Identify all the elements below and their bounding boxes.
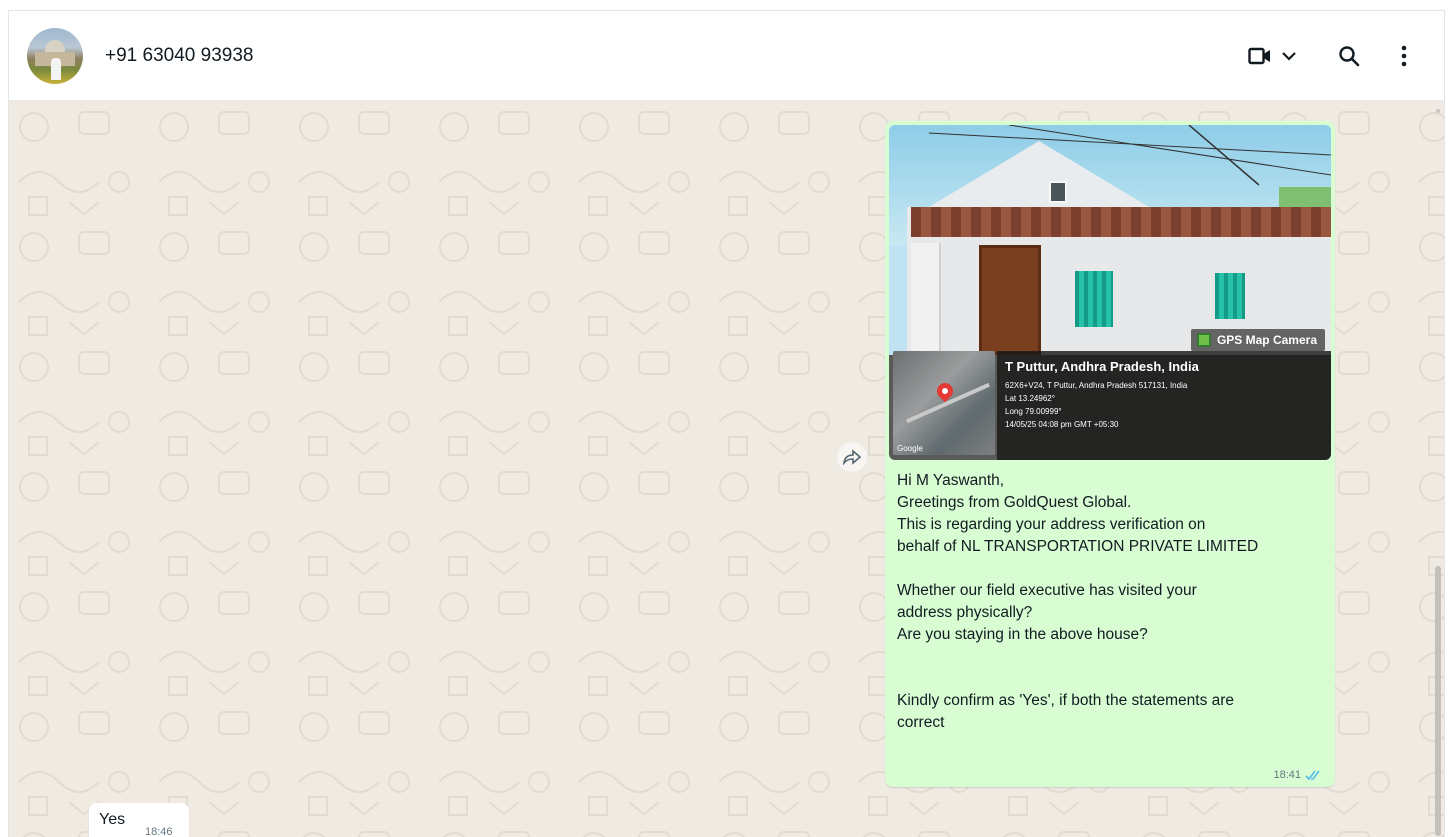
incoming-message-bubble[interactable]: Yes 18:46 [89,803,189,837]
search-button[interactable] [1338,45,1360,67]
message-meta: 18:41 [1273,769,1323,781]
gps-lat: Lat 13.24962° [1005,394,1055,403]
gps-datetime: 14/05/25 04:08 pm GMT +05:30 [1005,420,1119,429]
forward-icon [842,449,862,465]
gps-location-title: T Puttur, Andhra Pradesh, India [1005,359,1199,374]
video-call-button[interactable] [1248,46,1298,66]
gps-camera-icon [1196,333,1211,347]
chat-window: +91 63040 93938 GPS Map Camera Google T … [8,10,1445,837]
kebab-menu-icon [1401,45,1407,66]
gps-address: 62X6+V24, T Puttur, Andhra Pradesh 51713… [1005,381,1188,390]
contact-name[interactable]: +91 63040 93938 [105,45,253,67]
forward-button[interactable] [837,442,867,472]
video-camera-icon [1248,47,1270,64]
chat-scrollbar[interactable] [1435,566,1441,836]
chevron-down-icon [1282,51,1296,61]
menu-button[interactable] [1400,44,1408,68]
gps-long: Long 79.00999° [1005,407,1062,416]
gps-camera-badge: GPS Map Camera [1190,329,1325,351]
incoming-message-text: Yes [99,811,126,828]
incoming-message-time: 18:46 [145,826,173,837]
chat-header: +91 63040 93938 [9,11,1444,101]
header-actions [1248,44,1408,68]
search-icon [1339,45,1360,66]
scrollbar-top-marker [1436,109,1440,113]
message-photo[interactable]: GPS Map Camera Google T Puttur, Andhra P… [889,125,1331,460]
message-time: 18:41 [1273,769,1301,781]
outgoing-message-bubble[interactable]: GPS Map Camera Google T Puttur, Andhra P… [885,121,1335,787]
map-thumbnail: Google [893,351,995,455]
message-text: Hi M Yaswanth, Greetings from GoldQuest … [897,472,1259,731]
contact-avatar[interactable] [27,27,83,84]
double-check-read-icon [1305,770,1320,781]
gps-info-panel: T Puttur, Andhra Pradesh, India 62X6+V24… [997,351,1331,460]
